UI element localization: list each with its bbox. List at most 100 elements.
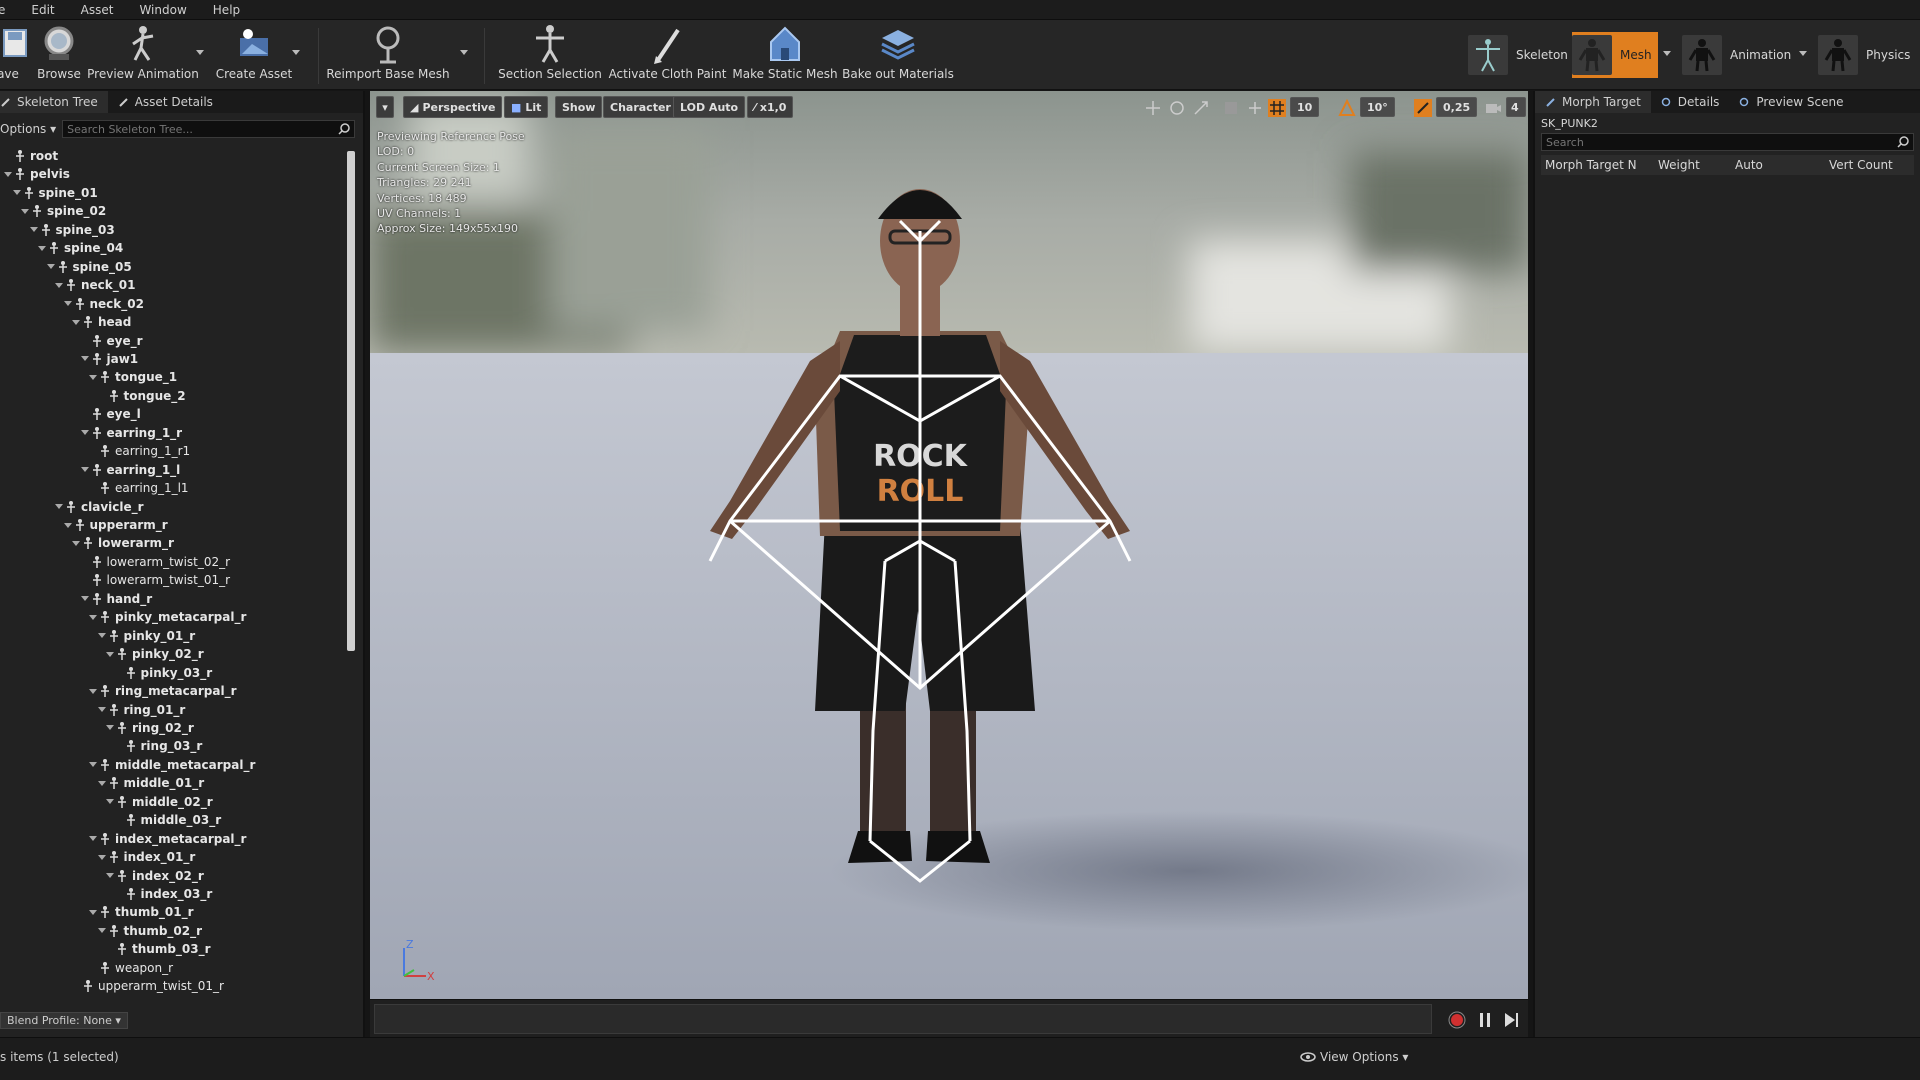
tree-node[interactable]: pelvis [4,165,70,183]
pause-icon[interactable] [1476,1011,1494,1029]
lit-button[interactable]: ■ Lit [504,96,549,118]
grid-snap-icon[interactable] [1268,99,1286,117]
tree-node[interactable]: index_03_r [115,885,212,903]
tree-node[interactable]: tongue_2 [98,387,186,405]
tree-node[interactable]: spine_02 [21,202,106,220]
menu-help[interactable]: Help [213,3,240,17]
grid-snap-value[interactable]: 10 [1290,97,1320,117]
expand-arrow-icon[interactable] [97,854,106,860]
step-forward-icon[interactable] [1502,1011,1520,1029]
tree-node[interactable]: spine_05 [46,258,132,276]
scale-snap-icon[interactable] [1414,99,1432,117]
tree-node[interactable]: spine_01 [12,184,98,202]
expand-arrow-icon[interactable] [89,614,97,620]
lod-button[interactable]: LOD Auto [673,96,746,118]
rotate-icon[interactable] [1168,99,1186,117]
tree-node[interactable]: lowerarm_r [72,534,174,552]
tree-node[interactable]: clavicle_r [55,498,144,516]
expand-arrow-icon[interactable] [72,540,80,546]
mesh-mode-dropdown[interactable] [1663,51,1671,56]
tree-node[interactable]: earring_1_r [80,424,182,442]
tree-node[interactable]: pinky_03_r [115,664,212,682]
translate-icon[interactable] [1144,99,1162,117]
world-local-icon[interactable] [1222,99,1240,117]
skeleton-mode-button[interactable]: Skeleton [1468,32,1568,78]
skeleton-search-input[interactable] [67,122,354,136]
animation-mode-button[interactable]: Animation [1682,32,1791,78]
tree-node[interactable]: spine_04 [38,239,123,257]
tree-node[interactable]: pinky_01_r [97,627,195,645]
character-button[interactable]: Character [603,96,678,118]
tree-node[interactable]: tongue_1 [89,368,177,386]
preview-animation-dropdown[interactable] [196,50,204,55]
expand-arrow-icon[interactable] [46,264,55,270]
expand-arrow-icon[interactable] [80,596,89,602]
tree-node[interactable]: ring_01_r [97,701,185,719]
expand-arrow-icon[interactable] [89,688,97,694]
tree-node[interactable]: index_02_r [106,867,204,885]
tree-node[interactable]: weapon_r [89,959,173,977]
column-auto[interactable]: Auto [1735,158,1763,172]
activate-cloth-paint-button[interactable]: Activate Cloth Paint [609,24,726,86]
save-button[interactable]: ave [0,24,38,86]
camera-speed-value[interactable]: 4 [1506,97,1526,117]
expand-arrow-icon[interactable] [106,651,114,657]
viewport[interactable]: ROCK ROLL ▾ ◢ Perspective ■ Lit Show Cha… [370,91,1528,999]
create-asset-dropdown[interactable] [292,50,300,55]
expand-arrow-icon[interactable] [106,725,114,731]
expand-arrow-icon[interactable] [89,374,97,380]
animation-mode-dropdown[interactable] [1799,51,1807,56]
expand-arrow-icon[interactable] [29,227,38,233]
mesh-mode-button[interactable]: Mesh [1572,32,1658,78]
tree-node[interactable]: thumb_03_r [106,940,211,958]
expand-arrow-icon[interactable] [106,873,114,879]
tree-node[interactable]: neck_01 [55,276,135,294]
scale-icon[interactable] [1192,99,1210,117]
tree-node[interactable]: head [72,313,131,331]
camera-speed-icon[interactable] [1484,99,1502,117]
expand-arrow-icon[interactable] [55,282,63,288]
bake-out-materials-button[interactable]: Bake out Materials [842,24,954,86]
make-static-mesh-button[interactable]: Make Static Mesh [732,24,838,86]
tree-node[interactable]: spine_03 [29,221,115,239]
tree-node[interactable]: lowerarm_twist_01_r [81,571,230,589]
expand-arrow-icon[interactable] [89,909,97,915]
tree-node[interactable]: pinky_metacarpal_r [89,608,246,626]
tree-node[interactable]: ring_metacarpal_r [89,682,237,700]
options-dropdown[interactable]: Options ▾ [0,122,56,136]
tree-node[interactable]: pinky_02_r [106,645,204,663]
blend-profile-dropdown[interactable]: Blend Profile: None ▾ [0,1011,128,1029]
tree-node[interactable]: earring_1_l1 [89,479,189,497]
tree-node[interactable]: middle_01_r [97,774,204,792]
tab-details[interactable]: Details [1650,91,1730,113]
tab-preview-scene[interactable]: Preview Scene [1729,91,1844,113]
rotation-snap-value[interactable]: 10° [1360,97,1395,117]
expand-arrow-icon[interactable] [106,799,114,805]
expand-arrow-icon[interactable] [63,301,72,307]
reimport-dropdown[interactable] [460,50,468,55]
tree-node[interactable]: thumb_02_r [97,922,202,940]
tab-morph-target[interactable]: Morph Target [1535,91,1651,113]
rotation-snap-icon[interactable] [1338,99,1356,117]
tree-node[interactable]: eye_l [81,405,141,423]
expand-arrow-icon[interactable] [72,319,80,325]
tree-node[interactable]: middle_03_r [115,811,221,829]
tree-node[interactable]: eye_r [81,332,143,350]
tree-node[interactable]: index_metacarpal_r [89,830,246,848]
tree-node[interactable]: jaw1 [80,350,138,368]
reimport-base-mesh-button[interactable]: Reimport Base Mesh [326,24,450,86]
tree-node[interactable]: thumb_01_r [89,903,194,921]
tree-node[interactable]: upperarm_twist_02_r [72,996,224,997]
viewport-options-dropdown[interactable]: ▾ [376,96,394,118]
tree-node[interactable]: neck_02 [63,295,144,313]
morph-search-input[interactable] [1546,135,1913,149]
expand-arrow-icon[interactable] [97,780,106,786]
show-button[interactable]: Show [555,96,603,118]
expand-arrow-icon[interactable] [80,430,89,436]
surface-snap-icon[interactable] [1246,99,1264,117]
scale-snap-value[interactable]: 0,25 [1436,97,1478,117]
menu-edit[interactable]: Edit [31,3,54,17]
tree-node[interactable]: upperarm_r [63,516,168,534]
section-selection-button[interactable]: Section Selection [498,24,602,86]
tree-node[interactable]: middle_02_r [106,793,213,811]
